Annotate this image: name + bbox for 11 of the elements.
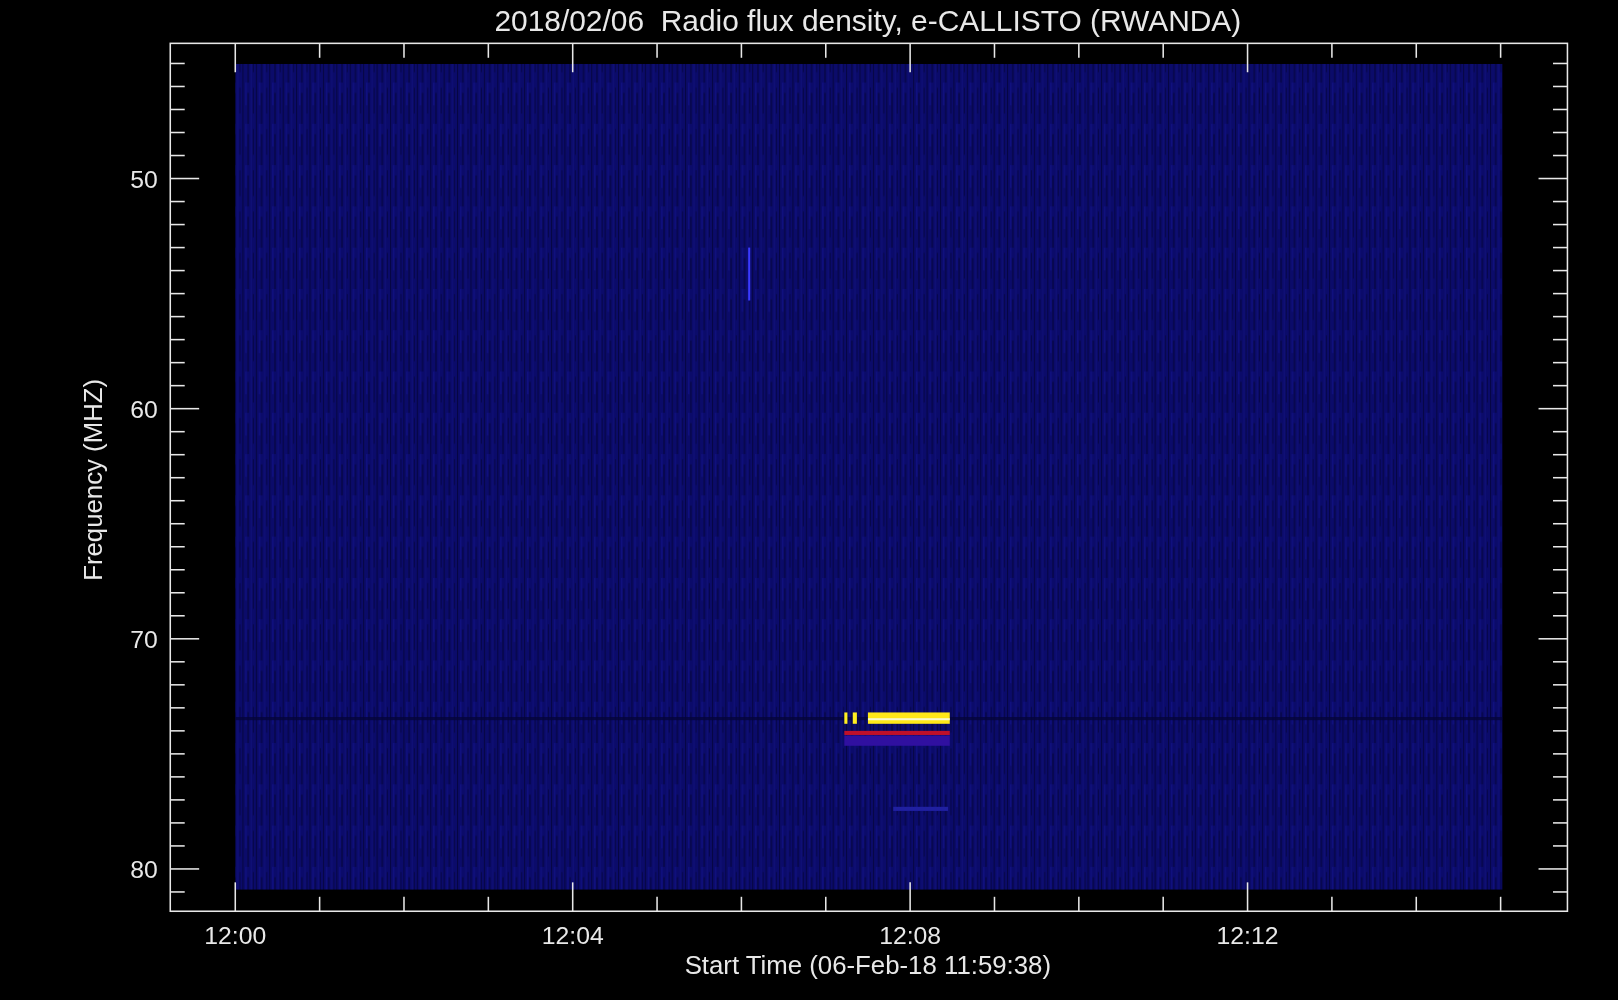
y-tick-label: 60 xyxy=(130,395,158,423)
x-axis-label: Start Time (06-Feb-18 11:59:38) xyxy=(684,951,1051,980)
x-tick-label: 12:08 xyxy=(879,922,942,950)
y-axis-label: Frequency (MHZ) xyxy=(79,378,108,581)
y-tick-label: 50 xyxy=(130,165,158,193)
x-tick-label: 12:04 xyxy=(541,922,604,950)
y-tick-label: 80 xyxy=(130,856,158,884)
x-tick-label: 12:12 xyxy=(1216,922,1279,950)
y-tick-label: 70 xyxy=(130,626,158,654)
x-tick-label: 12:00 xyxy=(204,922,267,950)
chart-title: 2018/02/06 Radio flux density, e-CALLISTO (RWANDA) xyxy=(494,3,1242,37)
